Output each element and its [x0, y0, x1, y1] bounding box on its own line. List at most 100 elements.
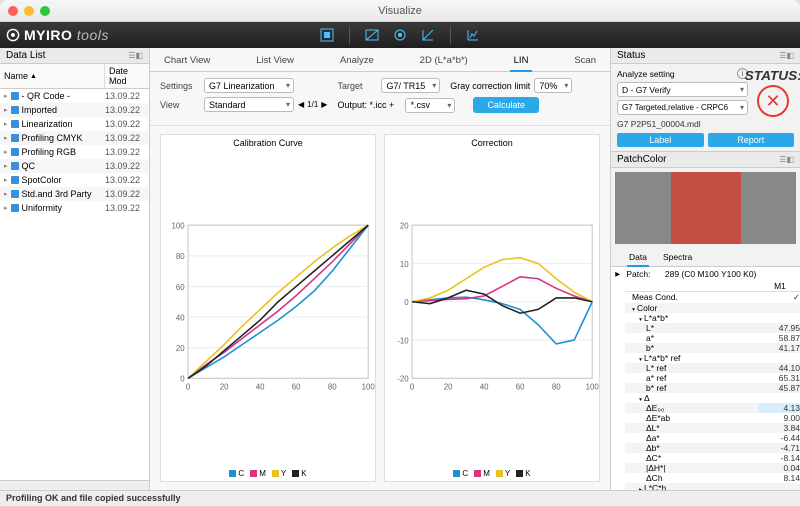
panel-menu-icon[interactable]: ☰◧	[128, 51, 143, 60]
right-panel: Status☰◧ Analyze settingi D - G7 Verify …	[611, 48, 800, 490]
tab-analyze[interactable]: Analyze	[336, 52, 378, 71]
settings-select[interactable]: G7 Linearization	[204, 78, 294, 93]
folder-icon	[11, 134, 19, 142]
status-heading: STATUS:	[744, 68, 800, 83]
svg-text:80: 80	[328, 383, 337, 392]
tab-chart-view[interactable]: Chart View	[160, 52, 214, 71]
data-column-header: M1	[760, 281, 800, 291]
scrollbar-horizontal[interactable]	[0, 480, 149, 490]
folder-icon	[11, 176, 19, 184]
label-button[interactable]: Label	[617, 133, 704, 147]
svg-text:60: 60	[516, 383, 525, 392]
panel-menu-icon[interactable]: ☰◧	[779, 155, 794, 164]
edit-icon[interactable]	[418, 25, 438, 45]
target-icon[interactable]	[390, 25, 410, 45]
svg-text:40: 40	[480, 383, 489, 392]
chart: Correction-20-1001020020406080100CMYK	[384, 134, 600, 482]
svg-text:100: 100	[586, 383, 599, 392]
svg-text:40: 40	[256, 383, 265, 392]
tab-lin[interactable]: LIN	[510, 52, 533, 71]
data-row: L* ref44.10	[625, 363, 800, 373]
list-item[interactable]: ▸SpotColor13.09.22	[0, 173, 149, 187]
titlebar: Visualize	[0, 0, 800, 22]
view-select[interactable]: Standard	[204, 97, 294, 112]
list-item[interactable]: ▸Profiling RGB13.09.22	[0, 145, 149, 159]
panel-menu-icon[interactable]: ☰◧	[779, 51, 794, 60]
report-button[interactable]: Report	[708, 133, 795, 147]
data-row: Δa*-6.44	[625, 433, 800, 443]
list-item[interactable]: ▸Profiling CMYK13.09.22	[0, 131, 149, 145]
calculate-button[interactable]: Calculate	[473, 97, 539, 113]
tab-scan[interactable]: Scan	[570, 52, 600, 71]
svg-text:100: 100	[362, 383, 375, 392]
list-item[interactable]: ▸Linearization13.09.22	[0, 117, 149, 131]
folder-icon	[11, 204, 19, 212]
svg-text:100: 100	[172, 222, 186, 231]
data-row: L*47.95	[625, 323, 800, 333]
svg-text:80: 80	[176, 252, 185, 261]
data-row: ΔL*3.84	[625, 423, 800, 433]
brand-bar: MYIRO tools	[0, 22, 800, 48]
chart-icon[interactable]	[463, 25, 483, 45]
data-tab-data[interactable]: Data	[627, 250, 649, 266]
data-tab-spectra[interactable]: Spectra	[661, 250, 694, 266]
charts-area: Calibration Curve02040608010002040608010…	[150, 126, 610, 490]
data-row: |ΔH*|0.04	[625, 463, 800, 473]
svg-text:20: 20	[176, 344, 185, 353]
data-row: a*58.87	[625, 333, 800, 343]
gray-limit-select[interactable]: 70%	[534, 78, 572, 93]
data-tabs: Data Spectra	[611, 248, 800, 267]
pager[interactable]: ◀1/1▶	[298, 100, 327, 109]
data-list-header[interactable]: Name ▲ Date Mod	[0, 64, 149, 89]
output-select[interactable]: *.csv	[405, 98, 455, 113]
patch-swatch	[671, 172, 741, 244]
folder-icon	[11, 92, 19, 100]
spectrum-icon[interactable]	[362, 25, 382, 45]
output-label: Output: *.icc +	[337, 100, 401, 110]
folder-icon	[11, 162, 19, 170]
col-name: Name	[4, 71, 28, 81]
folder-icon	[11, 106, 19, 114]
brand-glyph-icon	[6, 28, 20, 42]
data-row[interactable]: ▾Δ	[625, 393, 800, 403]
data-row[interactable]: ▾L*a*b* ref	[625, 353, 800, 363]
analyze-select[interactable]: D - G7 Verify	[617, 82, 748, 97]
brand-name: MYIRO tools	[24, 27, 109, 43]
folder-icon	[11, 148, 19, 156]
controls-bar: Settings G7 Linearization View Standard …	[150, 72, 610, 126]
list-item[interactable]: ▸Std.and 3rd Party13.09.22	[0, 187, 149, 201]
svg-text:0: 0	[186, 383, 191, 392]
svg-text:40: 40	[176, 313, 185, 322]
svg-text:0: 0	[180, 375, 185, 384]
svg-text:20: 20	[220, 383, 229, 392]
svg-text:0: 0	[410, 383, 415, 392]
tab-list-view[interactable]: List View	[252, 52, 298, 71]
status-box: Analyze settingi D - G7 Verify G7 Target…	[611, 64, 800, 152]
data-list-body[interactable]: ▸- QR Code -13.09.22▸Imported13.09.22▸Li…	[0, 89, 149, 480]
target-select[interactable]: G7/ TR15	[381, 78, 440, 93]
tab-2d-l-a-b-[interactable]: 2D (L*a*b*)	[416, 52, 472, 71]
col-date: Date Mod	[105, 64, 149, 88]
profile-select[interactable]: G7 Targeted,relative - CRPC6	[617, 100, 748, 115]
svg-text:60: 60	[292, 383, 301, 392]
list-item[interactable]: ▸- QR Code -13.09.22	[0, 89, 149, 103]
folder-icon	[11, 120, 19, 128]
analyze-label: Analyze setting	[617, 69, 733, 79]
data-row[interactable]: Meas Cond.✓	[625, 292, 800, 303]
data-row[interactable]: ▾L*a*b*	[625, 313, 800, 323]
patch-color-pane	[615, 172, 796, 244]
disclosure-icon[interactable]: ▶	[615, 270, 620, 277]
data-list-title: Data List	[6, 50, 45, 61]
chart: Calibration Curve02040608010002040608010…	[160, 134, 376, 482]
data-row[interactable]: ▾Color	[625, 303, 800, 313]
list-item[interactable]: ▸QC13.09.22	[0, 159, 149, 173]
data-row: ΔC*-8.14	[625, 453, 800, 463]
list-item[interactable]: ▸Imported13.09.22	[0, 103, 149, 117]
list-item[interactable]: ▸Uniformity13.09.22	[0, 201, 149, 215]
settings-label: Settings	[160, 81, 200, 91]
patch-data: ▶Patch: 289 (C0 M100 Y100 K0) M1 Meas Co…	[611, 267, 800, 490]
data-row[interactable]: ▸L*C*h	[625, 483, 800, 490]
app-icon[interactable]	[317, 25, 337, 45]
data-row: b*41.17	[625, 343, 800, 353]
view-label: View	[160, 100, 200, 110]
